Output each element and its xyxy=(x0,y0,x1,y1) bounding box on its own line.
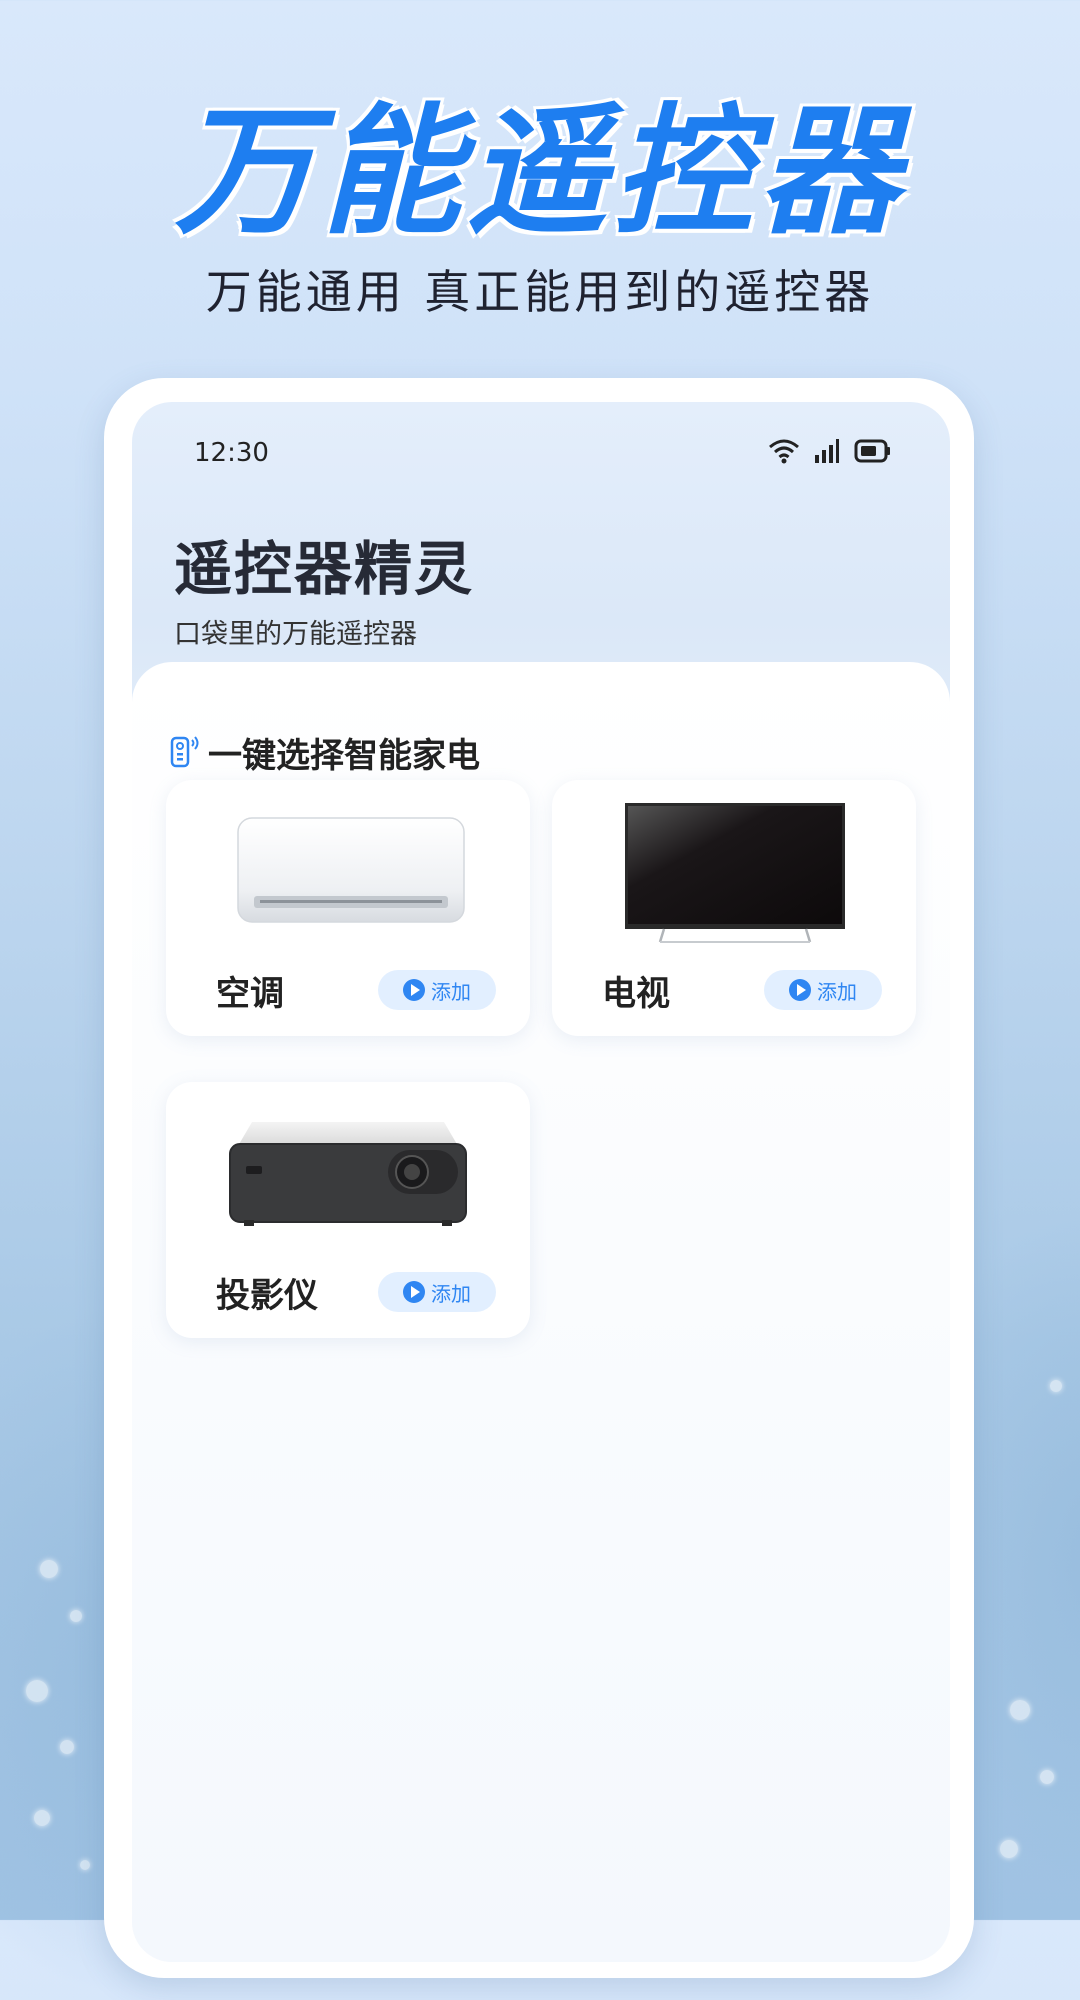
section-header: 一键选择智能家电 xyxy=(168,728,480,777)
device-card-air-conditioner[interactable]: 空调 添加 xyxy=(166,780,530,1036)
play-icon xyxy=(789,979,811,1001)
wifi-icon xyxy=(768,438,800,464)
status-time: 12:30 xyxy=(194,438,269,468)
play-icon xyxy=(403,979,425,1001)
add-button[interactable]: 添加 xyxy=(764,970,882,1010)
add-button[interactable]: 添加 xyxy=(378,1272,496,1312)
battery-icon xyxy=(854,439,892,463)
hero-title: 万能遥控器 xyxy=(174,91,905,254)
add-button-label: 添加 xyxy=(431,1281,471,1306)
air-conditioner-image xyxy=(236,816,466,930)
add-button-label: 添加 xyxy=(817,979,857,1004)
app-title: 遥控器精灵 xyxy=(174,535,475,603)
projector-image xyxy=(226,1120,470,1234)
app-screen: 12:30 遥控器精灵 口袋里的万能遥控器 一键选择智能家电 空调 添加 电视 … xyxy=(132,402,950,1962)
app-subtitle: 口袋里的万能遥控器 xyxy=(174,619,417,650)
section-label: 一键选择智能家电 xyxy=(208,736,480,776)
device-panel: 一键选择智能家电 空调 添加 电视 添加 投影仪 添加 xyxy=(132,662,950,1962)
device-name: 空调 xyxy=(216,974,284,1014)
status-icons xyxy=(768,438,892,464)
device-card-projector[interactable]: 投影仪 添加 xyxy=(166,1082,530,1338)
add-button-label: 添加 xyxy=(431,979,471,1004)
device-card-television[interactable]: 电视 添加 xyxy=(552,780,916,1036)
device-name: 投影仪 xyxy=(216,1276,318,1316)
hero-subtitle: 万能通用 真正能用到的遥控器 xyxy=(205,265,875,319)
add-button[interactable]: 添加 xyxy=(378,970,496,1010)
television-image xyxy=(624,802,846,948)
device-name: 电视 xyxy=(602,974,670,1014)
play-icon xyxy=(403,1281,425,1303)
signal-icon xyxy=(814,438,840,464)
remote-icon xyxy=(168,732,202,774)
